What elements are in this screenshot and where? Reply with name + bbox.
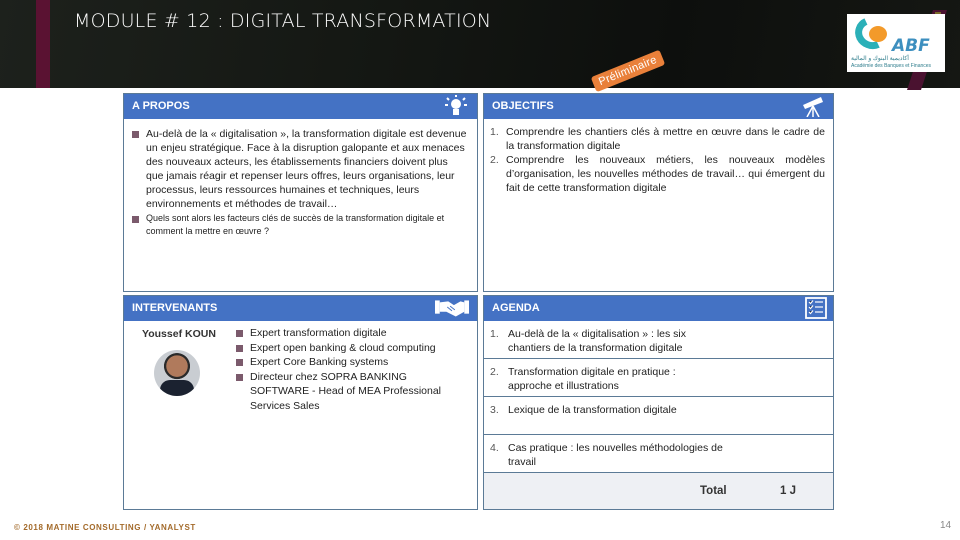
apropos-list: Au-delà de la « digitalisation », la tra… [124, 119, 477, 238]
accent-stripe [36, 0, 50, 88]
speaker-role: Directeur chez SOPRA BANKING SOFTWARE - … [236, 370, 466, 414]
objectif-item: 1. Comprendre les chantiers clés à mettre… [490, 126, 825, 152]
apropos-panel: A PROPOS Au-delà de la « digitalisation … [123, 93, 478, 292]
agenda-header: AGENDA [484, 296, 833, 321]
logo-arabic-line: أكاديمية البنوك و المالية [851, 56, 909, 62]
objectif-item: 2. Comprendre les nouveaux métiers, les n… [490, 154, 825, 194]
bullet-square-icon [236, 373, 243, 381]
bullet-square-icon [236, 330, 243, 337]
avatar-body [160, 380, 194, 396]
logo-french-line: Académie des Banques et Finances [851, 63, 932, 69]
apropos-item: Au-delà de la « digitalisation », la tra… [132, 127, 467, 211]
telescope-icon [803, 97, 823, 117]
page-number: 14 [940, 520, 952, 531]
total-label: Total [700, 485, 727, 497]
agenda-item: 4. Cas pratique : les nouvelles méthodol… [484, 435, 833, 473]
intervenants-title: INTERVENANTS [132, 302, 218, 314]
objectifs-title: OBJECTIFS [492, 100, 554, 112]
agenda-total-row: Total 1 J [484, 473, 833, 509]
agenda-panel: AGENDA 1. Au-delà de la « digitalisation… [483, 295, 834, 510]
objectifs-list: 1. Comprendre les chantiers clés à mettre… [484, 119, 833, 195]
agenda-list: 1. Au-delà de la « digitalisation » : le… [484, 321, 833, 473]
footer-copyright: © 2018 MATINE CONSULTING / YANALYST [14, 523, 196, 532]
agenda-title: AGENDA [492, 302, 540, 314]
logo-name: ABF [892, 36, 930, 56]
bullet-square-icon [132, 216, 139, 223]
module-title: MODULE # 12 : DIGITAL TRANSFORMATION [74, 10, 492, 32]
intervenants-panel: INTERVENANTS Youssef KOUN Expert transfo… [123, 295, 478, 510]
total-value: 1 J [780, 485, 796, 497]
intervenants-header: INTERVENANTS [124, 296, 477, 321]
checklist-icon [805, 297, 827, 319]
apropos-item: Quels sont alors les facteurs clés de su… [132, 212, 467, 238]
apropos-title: A PROPOS [132, 100, 190, 112]
speaker-name: Youssef KOUN [142, 328, 216, 340]
bullet-square-icon [236, 359, 243, 366]
speaker-avatar [154, 350, 200, 396]
objectifs-panel: OBJECTIFS 1. Comprendre les chantiers clé… [483, 93, 834, 292]
bullet-square-icon [132, 131, 139, 138]
agenda-item: 1. Au-delà de la « digitalisation » : le… [484, 321, 833, 359]
agenda-item: 3. Lexique de la transformation digitale [484, 397, 833, 435]
abf-logo: ABF أكاديمية البنوك و المالية Académie d… [847, 12, 945, 72]
handshake-icon [435, 300, 469, 317]
speaker-role: Expert Core Banking systems [236, 355, 466, 370]
header-band: MODULE # 12 : DIGITAL TRANSFORMATION ABF… [0, 0, 960, 90]
agenda-item: 2. Transformation digitale en pratique :… [484, 359, 833, 397]
lightbulb-icon [445, 95, 467, 115]
logo-sun-icon [869, 26, 887, 42]
speaker-roles: Expert transformation digitale Expert op… [236, 326, 466, 413]
objectifs-header: OBJECTIFS [484, 94, 833, 119]
apropos-header: A PROPOS [124, 94, 477, 119]
speaker-role: Expert open banking & cloud computing [236, 341, 466, 356]
bullet-square-icon [236, 344, 243, 352]
speaker-role: Expert transformation digitale [236, 326, 466, 341]
